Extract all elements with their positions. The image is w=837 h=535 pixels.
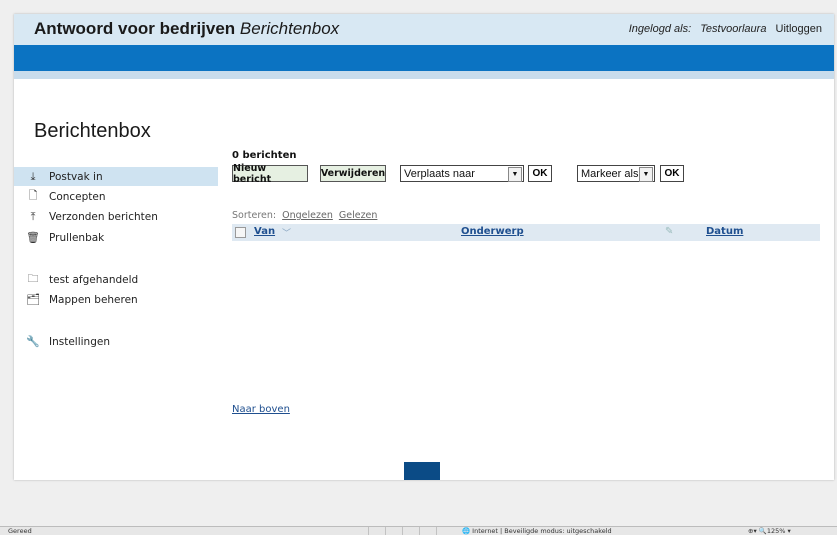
sidebar-item-prullenbak[interactable]: 🗑 Prullenbak <box>14 228 218 247</box>
wrench-icon: 🔧 <box>26 335 40 348</box>
sidebar-item-test-afgehandeld[interactable]: 🗀 test afgehandeld <box>14 270 218 289</box>
chevron-down-icon: ▼ <box>639 167 653 182</box>
sort-read-link[interactable]: Gelezen <box>339 210 378 221</box>
light-blue-strip <box>14 71 834 79</box>
sidebar-item-label: Instellingen <box>49 335 110 348</box>
page-title: Berichtenbox <box>34 120 151 142</box>
manage-folders-icon: 🗂 <box>26 293 40 306</box>
column-date[interactable]: Datum <box>706 226 743 237</box>
sidebar-item-label: Concepten <box>49 190 106 203</box>
inbox-icon: ⤓ <box>30 169 36 183</box>
back-to-top-link[interactable]: Naar boven <box>232 404 290 415</box>
brand-subtitle: Berichtenbox <box>239 19 340 38</box>
mark-as-select-value: Markeer als <box>581 167 639 180</box>
mark-ok-button[interactable]: OK <box>660 165 684 182</box>
sort-unread-link[interactable]: Ongelezen <box>282 210 333 221</box>
message-table-header: Van ﹀ Onderwerp ✎ Datum <box>232 224 820 241</box>
sort-options: Sorteren: Ongelezen Gelezen <box>232 210 377 221</box>
site-header: Antwoord voor bedrijven Berichtenbox Ing… <box>14 14 834 45</box>
username: Testvoorlaura <box>700 23 767 35</box>
sidebar-item-verzonden-berichten[interactable]: ⤒ Verzonden berichten <box>14 207 218 226</box>
logout-link[interactable]: Uitloggen <box>776 23 822 35</box>
sidebar-item-mappen-beheren[interactable]: 🗂 Mappen beheren <box>14 290 218 309</box>
sidebar-item-instellingen[interactable]: 🔧 Instellingen <box>14 332 218 351</box>
sent-icon: ⤒ <box>30 209 36 223</box>
new-message-button[interactable]: Nieuw bericht <box>232 163 308 185</box>
browser-content-frame: Antwoord voor bedrijven Berichtenbox Ing… <box>14 14 834 480</box>
sidebar-item-label: Mappen beheren <box>49 293 138 306</box>
delete-button[interactable]: Verwijderen <box>320 165 386 182</box>
sort-chevron-icon: ﹀ <box>282 229 292 239</box>
user-bar: Ingelogd als: Testvoorlaura Uitloggen <box>629 23 822 35</box>
sidebar-item-label: Postvak in <box>49 170 103 183</box>
sidebar-item-postvak-in[interactable]: ⤓ Postvak in <box>14 167 218 186</box>
blue-nav-bar <box>14 45 834 71</box>
brand-name: Antwoord voor bedrijven <box>34 19 236 38</box>
move-to-select-value: Verplaats naar <box>404 167 475 180</box>
sidebar-item-label: test afgehandeld <box>49 273 139 286</box>
site-brand: Antwoord voor bedrijven Berichtenbox <box>34 19 339 39</box>
move-to-select[interactable]: Verplaats naar ▼ <box>400 165 524 182</box>
sort-label: Sorteren: <box>232 210 277 221</box>
mark-as-select[interactable]: Markeer als ▼ <box>577 165 655 182</box>
folder-icon: 🗀 <box>27 272 39 285</box>
sidebar-item-label: Verzonden berichten <box>49 210 158 223</box>
trash-icon: 🗑 <box>26 231 40 244</box>
chevron-down-icon: ▼ <box>508 167 522 182</box>
move-ok-button[interactable]: OK <box>528 165 552 182</box>
logged-in-label: Ingelogd als: <box>628 23 692 35</box>
sidebar-item-concepten[interactable]: 🗋 Concepten <box>14 187 218 206</box>
select-all-checkbox[interactable] <box>235 227 246 238</box>
column-from[interactable]: Van <box>254 226 275 237</box>
message-count: 0 berichten <box>232 150 297 161</box>
column-subject[interactable]: Onderwerp <box>461 226 524 237</box>
attachment-icon: ✎ <box>665 226 674 237</box>
footer-nav-block <box>404 462 440 480</box>
sidebar-item-label: Prullenbak <box>49 231 105 244</box>
draft-icon: 🗋 <box>28 189 38 202</box>
